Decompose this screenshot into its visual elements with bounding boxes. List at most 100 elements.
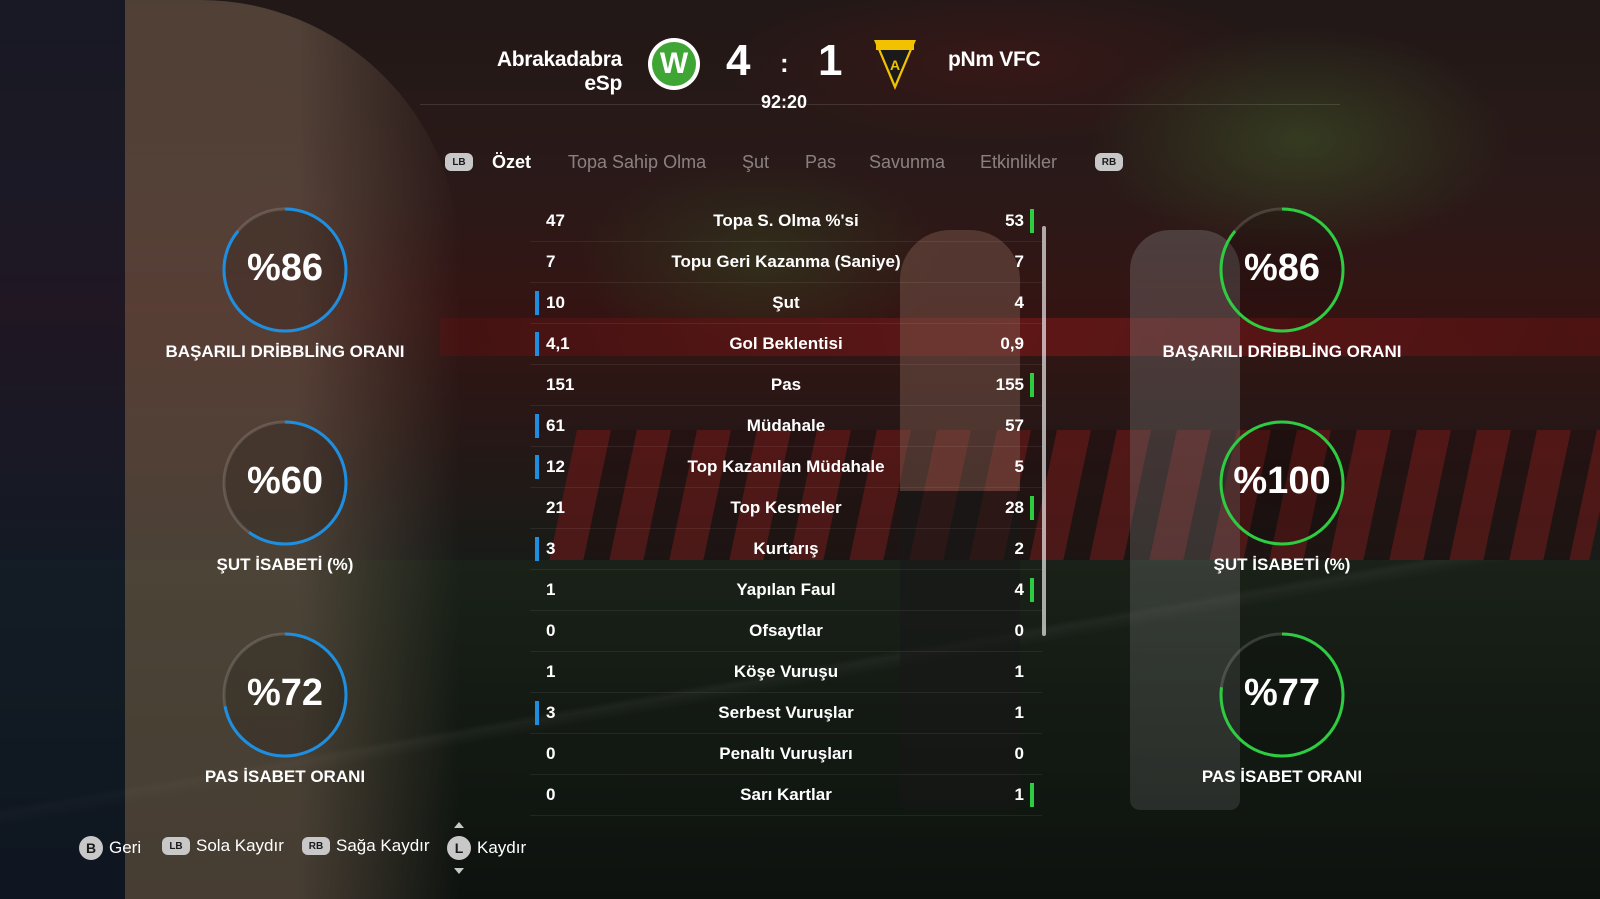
rb-bumper-icon[interactable]: RB xyxy=(1095,153,1123,171)
ring-label: BAŞARILI DRİBBLİNG ORANI xyxy=(1162,342,1402,361)
away-leader-bar xyxy=(1030,373,1034,397)
away-leader-bar xyxy=(1030,578,1034,602)
svg-text:A: A xyxy=(890,57,900,73)
home-crest-icon: W xyxy=(648,38,700,90)
header-divider xyxy=(420,104,1340,105)
stat-ring: %86 xyxy=(1217,205,1347,335)
stat-row: 47 Topa S. Olma %'si 53 xyxy=(530,201,1042,242)
stat-row: 10 Şut 4 xyxy=(530,283,1042,324)
stat-away-value: 53 xyxy=(1005,211,1024,230)
scroll-right-hint[interactable]: RB Sağa Kaydır xyxy=(302,836,430,856)
stat-row: 0 Ofsaytlar 0 xyxy=(530,611,1042,652)
ring-value: %86 xyxy=(246,247,324,289)
stat-away-value: 4 xyxy=(1014,293,1024,312)
ring-label: BAŞARILI DRİBBLİNG ORANI xyxy=(165,342,405,361)
stat-away-value: 0,9 xyxy=(1000,334,1024,353)
stat-away-value: 4 xyxy=(1014,580,1024,599)
lb-bumper-icon[interactable]: LB xyxy=(445,153,473,171)
stat-row: 151 Pas 155 xyxy=(530,365,1042,406)
stat-label: Penaltı Vuruşları xyxy=(719,744,853,763)
stat-label: Köşe Vuruşu xyxy=(733,662,839,681)
ring-label: PAS İSABET ORANI xyxy=(1201,767,1363,786)
stat-label: Topa S. Olma %'si xyxy=(713,211,859,230)
scrollbar-thumb[interactable] xyxy=(1042,226,1046,636)
stat-away-value: 57 xyxy=(1005,416,1024,435)
ring-value: %60 xyxy=(246,460,324,502)
score-separator: : xyxy=(780,48,789,78)
stat-row: 0 Sarı Kartlar 1 xyxy=(530,775,1042,816)
stat-label: Ofsaytlar xyxy=(749,621,823,640)
hint-label: Sola Kaydır xyxy=(196,836,284,855)
stat-label: Top Kesmeler xyxy=(730,498,842,517)
stat-away-value: 2 xyxy=(1014,539,1024,558)
stat-row: 3 Serbest Vuruşlar 1 xyxy=(530,693,1042,734)
tab-savunma[interactable]: Savunma xyxy=(869,152,945,173)
home-team-name: Abrakadabra eSp xyxy=(496,48,622,95)
stat-ring: %86 xyxy=(220,205,350,335)
away-score: 1 xyxy=(818,36,843,85)
stat-row: 21 Top Kesmeler 28 xyxy=(530,488,1042,529)
match-clock: 92:20 xyxy=(760,92,808,112)
tab-etkinlikler[interactable]: Etkinlikler xyxy=(980,152,1057,173)
ring-value: %100 xyxy=(1233,460,1331,502)
stat-row: 1 Yapılan Faul 4 xyxy=(530,570,1042,611)
away-crest-icon: A xyxy=(874,40,916,90)
stats-table: 47 Topa S. Olma %'si 53 7 Topu Geri Kazanma … xyxy=(530,201,1042,816)
stat-label: Gol Beklentisi xyxy=(729,334,843,353)
stat-away-value: 7 xyxy=(1014,252,1024,271)
stat-ring: %60 xyxy=(220,418,350,548)
stat-away-value: 5 xyxy=(1014,457,1024,476)
tab-sut[interactable]: Şut xyxy=(742,152,769,173)
stat-away-value: 0 xyxy=(1014,621,1024,640)
lb-button-icon: LB xyxy=(162,837,190,855)
stat-label: Topu Geri Kazanma (Saniye) xyxy=(671,252,901,271)
stat-label: Pas xyxy=(770,375,802,394)
stat-row: 7 Topu Geri Kazanma (Saniye) 7 xyxy=(530,242,1042,283)
tab-pas[interactable]: Pas xyxy=(805,152,836,173)
away-leader-bar xyxy=(1030,209,1034,233)
stat-row: 1 Köşe Vuruşu 1 xyxy=(530,652,1042,693)
stat-label: Müdahale xyxy=(746,416,826,435)
stat-ring: %72 xyxy=(220,630,350,760)
ring-value: %72 xyxy=(246,672,324,714)
stat-away-value: 1 xyxy=(1014,662,1024,681)
ring-label: ŞUT İSABETİ (%) xyxy=(1213,555,1351,574)
stat-away-value: 0 xyxy=(1014,744,1024,763)
scroll-hint[interactable]: L Kaydır xyxy=(447,822,527,874)
away-leader-bar xyxy=(1030,783,1034,807)
rb-button-icon: RB xyxy=(302,837,330,855)
stat-away-value: 155 xyxy=(995,375,1024,394)
back-hint[interactable]: B Geri xyxy=(79,836,141,860)
ring-value: %77 xyxy=(1243,672,1321,714)
stat-row: 3 Kurtarış 2 xyxy=(530,529,1042,570)
ring-label: ŞUT İSABETİ (%) xyxy=(216,555,354,574)
hint-label: Kaydır xyxy=(477,838,527,857)
stat-away-value: 1 xyxy=(1014,785,1024,804)
stat-away-value: 28 xyxy=(1005,498,1024,517)
away-leader-bar xyxy=(1030,496,1034,520)
hint-label: Sağa Kaydır xyxy=(336,836,430,855)
stat-row: 61 Müdahale 57 xyxy=(530,406,1042,447)
stat-label: Serbest Vuruşlar xyxy=(718,703,854,722)
tab-ozet[interactable]: Özet xyxy=(492,152,531,173)
tab-topa-sahip-olma[interactable]: Topa Sahip Olma xyxy=(568,152,706,173)
stat-away-value: 1 xyxy=(1014,703,1024,722)
stat-row: 0 Penaltı Vuruşları 0 xyxy=(530,734,1042,775)
stat-ring: %100 xyxy=(1217,418,1347,548)
stat-label: Yapılan Faul xyxy=(736,580,836,599)
stat-row: 12 Top Kazanılan Müdahale 5 xyxy=(530,447,1042,488)
stat-label: Sarı Kartlar xyxy=(740,785,832,804)
stat-row: 4,1 Gol Beklentisi 0,9 xyxy=(530,324,1042,365)
ring-label: PAS İSABET ORANI xyxy=(204,767,366,786)
scroll-left-hint[interactable]: LB Sola Kaydır xyxy=(162,836,284,856)
home-score: 4 xyxy=(726,36,751,85)
left-stick-icon: L xyxy=(447,822,471,874)
stat-label: Kurtarış xyxy=(753,539,819,558)
b-button-icon: B xyxy=(79,836,103,860)
stat-ring: %77 xyxy=(1217,630,1347,760)
hint-label: Geri xyxy=(109,838,142,857)
stat-label: Şut xyxy=(772,293,800,312)
ring-value: %86 xyxy=(1243,247,1321,289)
stat-label: Top Kazanılan Müdahale xyxy=(687,457,885,476)
away-team-name: pNm VFC xyxy=(948,48,1041,71)
